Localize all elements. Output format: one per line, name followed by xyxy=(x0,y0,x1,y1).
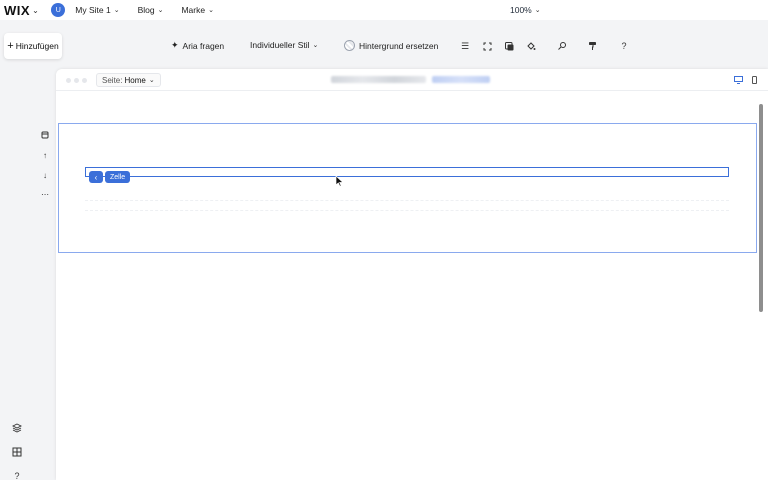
link-icon[interactable] xyxy=(556,40,568,52)
custom-style-label: Individueller Stil xyxy=(250,40,310,50)
plus-icon: + xyxy=(7,40,14,52)
logo-text: WIX xyxy=(4,2,31,18)
window-dots xyxy=(66,78,90,83)
back-button[interactable]: ‹ xyxy=(89,171,103,183)
desktop-icon[interactable] xyxy=(734,76,743,84)
chevron-down-icon: ⌄ xyxy=(312,42,319,49)
element-settings-icon[interactable] xyxy=(40,130,50,140)
guide-line xyxy=(85,200,729,201)
mobile-icon[interactable] xyxy=(750,76,759,84)
question-icon[interactable]: ? xyxy=(618,40,630,52)
avatar-initial: U xyxy=(55,6,61,14)
ask-aria-label: Aria fragen xyxy=(182,40,225,51)
cell-label-text: Zelle xyxy=(110,173,126,181)
page-name: Home xyxy=(124,75,146,85)
shadow-icon[interactable] xyxy=(503,40,515,52)
custom-style-dropdown[interactable]: Individueller Stil ⌄ xyxy=(250,40,318,50)
menu-brand-label: Marke xyxy=(181,5,206,15)
zoom-value: 100% xyxy=(510,5,532,15)
more-icon[interactable]: ⋯ xyxy=(40,189,50,199)
guide-line xyxy=(85,210,729,211)
site-url-blurred xyxy=(331,76,490,83)
menu-brand[interactable]: Marke ⌄ xyxy=(181,5,214,15)
replace-background-label: Hintergrund ersetzen xyxy=(359,40,439,51)
wix-logo[interactable]: WIX ⌄ xyxy=(4,3,39,18)
menu-blog-label: Blog xyxy=(137,5,155,15)
top-menu: My Site 1 ⌄ Blog ⌄ Marke ⌄ xyxy=(75,5,232,15)
canvas-header: Seite: Home ⌄ xyxy=(56,69,768,91)
grid-icon[interactable] xyxy=(11,446,23,458)
chevron-down-icon: ⌄ xyxy=(534,7,541,14)
help-icon[interactable]: ? xyxy=(11,470,23,480)
layers-icon[interactable] xyxy=(11,422,23,434)
chevron-down-icon: ⌄ xyxy=(157,7,164,14)
menu-icon[interactable]: ☰ xyxy=(459,40,471,52)
chevron-down-icon: ⌄ xyxy=(113,7,120,14)
top-bar: WIX ⌄ U My Site 1 ⌄ Blog ⌄ Marke ⌄ 100% ⌄ xyxy=(0,0,768,20)
ask-aria-button[interactable]: ✦ Aria fragen xyxy=(171,40,224,51)
add-button-label: Hinzufügen xyxy=(15,41,59,51)
cell-label[interactable]: Zelle xyxy=(105,171,131,183)
scrollbar-thumb[interactable] xyxy=(759,104,763,312)
paint-bucket-icon[interactable] xyxy=(525,40,537,52)
paint-roller-icon[interactable] xyxy=(587,40,599,52)
selected-section[interactable] xyxy=(58,123,757,253)
url-domain xyxy=(331,76,426,83)
sparkle-icon: ✦ xyxy=(171,40,179,50)
add-button[interactable]: + Hinzufügen xyxy=(4,33,62,59)
avatar[interactable]: U xyxy=(51,3,66,17)
arrow-up-icon[interactable]: ↑ xyxy=(40,150,50,160)
zoom-selector[interactable]: 100% ⌄ xyxy=(510,5,541,15)
background-icon xyxy=(344,40,355,51)
canvas-scrollbar[interactable] xyxy=(757,100,765,480)
mouse-cursor xyxy=(335,175,344,187)
chevron-down-icon: ⌄ xyxy=(148,77,155,84)
crop-icon[interactable] xyxy=(481,40,493,52)
page-prefix: Seite: xyxy=(102,75,123,85)
editor-toolbar: + Hinzufügen ✦ Aria fragen Individueller… xyxy=(0,28,768,64)
menu-blog[interactable]: Blog ⌄ xyxy=(138,5,164,15)
url-link xyxy=(432,76,490,83)
menu-site[interactable]: My Site 1 ⌄ xyxy=(75,5,119,15)
selected-cell-strip[interactable] xyxy=(85,167,729,177)
chevron-down-icon: ⌄ xyxy=(208,7,214,14)
arrow-down-icon[interactable]: ↓ xyxy=(40,170,50,180)
replace-background-button[interactable]: Hintergrund ersetzen xyxy=(344,40,438,51)
chevron-down-icon: ⌄ xyxy=(32,5,40,15)
editor-canvas[interactable]: Seite: Home ⌄ ‹ Zelle xyxy=(56,69,768,480)
page-selector[interactable]: Seite: Home ⌄ xyxy=(96,73,161,87)
menu-site-label: My Site 1 xyxy=(75,5,111,15)
